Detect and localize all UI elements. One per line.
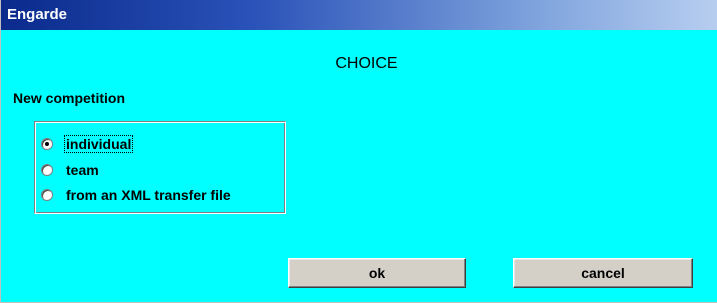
team-radio-button[interactable] — [41, 164, 53, 176]
xml-transfer-radio-button[interactable] — [41, 189, 53, 201]
xml-transfer-label[interactable]: from an XML transfer file — [65, 187, 232, 203]
team-label[interactable]: team — [65, 162, 100, 178]
individual-radio-button[interactable] — [41, 138, 53, 150]
dialog-heading: CHOICE — [335, 55, 398, 72]
new-competition-label: New competition — [13, 90, 126, 106]
individual-label[interactable]: individual — [63, 135, 134, 153]
title-bar[interactable]: Engarde — [1, 0, 717, 30]
window-title: Engarde — [7, 6, 68, 23]
option-xml-transfer-file[interactable]: from an XML transfer file — [41, 185, 232, 205]
ok-button[interactable]: ok — [288, 258, 466, 288]
radio-selected-dot — [45, 142, 49, 146]
option-individual[interactable]: individual — [41, 134, 134, 154]
cancel-button[interactable]: cancel — [513, 258, 693, 288]
engarde-dialog-window: Engarde CHOICE New competition individua… — [0, 0, 717, 303]
option-team[interactable]: team — [41, 160, 100, 180]
